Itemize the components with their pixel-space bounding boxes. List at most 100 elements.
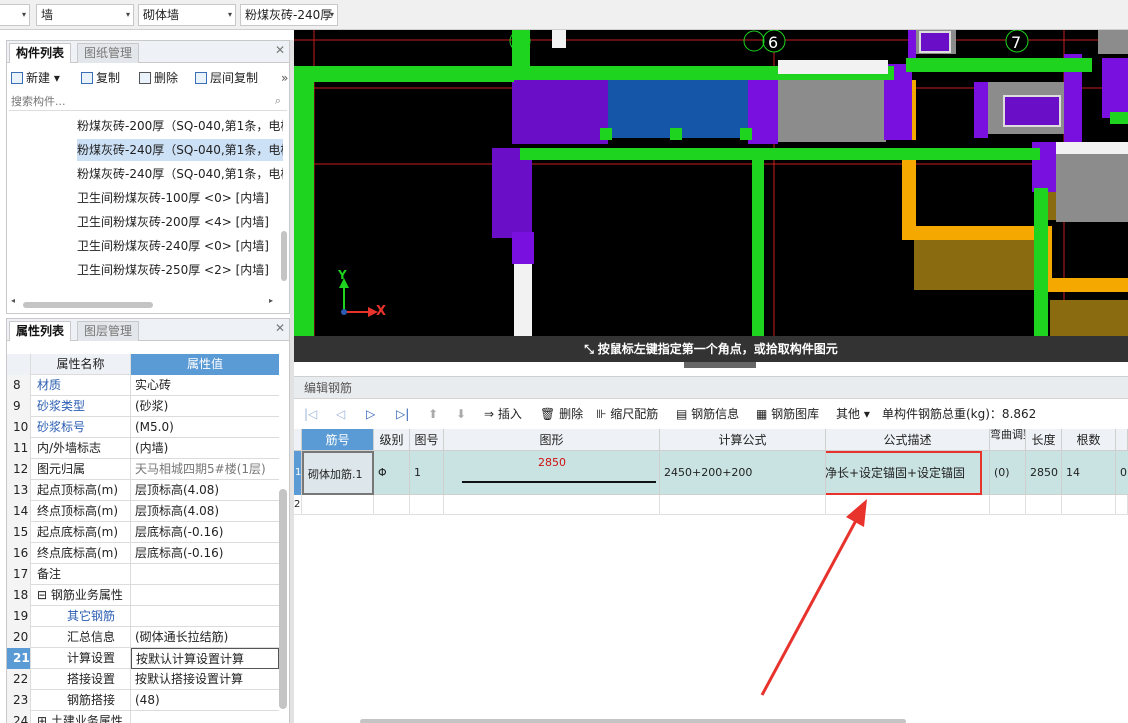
tab-layer-manage[interactable]: 图层管理 [77, 321, 140, 341]
property-row[interactable]: 19 其它钢筋 [7, 606, 279, 627]
list-item[interactable]: 粉煤灰砖-240厚（SQ-040,第1条，电梯 [77, 163, 283, 185]
tab-property-list[interactable]: 属性列表 [9, 321, 72, 341]
close-icon[interactable]: ✕ [275, 43, 285, 57]
property-value[interactable]: (砂浆) [131, 396, 279, 417]
property-value[interactable]: 层顶标高(4.08) [131, 480, 279, 501]
property-row[interactable]: 12 图元归属 天马相城四期5#楼(1层) [7, 459, 279, 480]
list-item[interactable]: 卫生间粉煤灰砖-250厚 <2> [内墙] [77, 259, 283, 281]
close-icon[interactable]: ✕ [275, 321, 285, 335]
property-row[interactable]: 16 终点底标高(m) 层底标高(-0.16) [7, 543, 279, 564]
property-row-num: 16 [7, 543, 31, 564]
property-name: 其它钢筋 [31, 606, 131, 627]
cad-viewport[interactable]: 6 7 Y X [294, 30, 1128, 362]
property-header-row: 属性名称 属性值 [7, 354, 279, 375]
property-value[interactable]: (内墙) [131, 438, 279, 459]
property-value[interactable]: (砌体通长拉结筋) [131, 627, 279, 648]
property-value[interactable]: 层顶标高(4.08) [131, 501, 279, 522]
delete-button[interactable]: 删除 [139, 69, 178, 87]
more-icon[interactable]: » [281, 69, 288, 87]
property-value[interactable]: 按默认搭接设置计算 [131, 669, 279, 690]
property-row[interactable]: 17 备注 [7, 564, 279, 585]
vertical-splitter[interactable] [290, 40, 294, 723]
copy-button-label: 复制 [96, 71, 121, 85]
property-row[interactable]: 22 搭接设置 按默认搭接设置计算 [7, 669, 279, 690]
header-value: 属性值 [131, 354, 279, 375]
floor-copy-button[interactable]: 层间复制 [195, 69, 258, 87]
header-num-cell [7, 354, 31, 375]
property-value[interactable] [131, 606, 279, 627]
property-value[interactable] [131, 585, 279, 606]
property-value[interactable]: (48) [131, 690, 279, 711]
splitter-handle[interactable] [684, 362, 756, 368]
collapse-icon[interactable]: ⊟ [37, 588, 51, 602]
property-name: 计算设置 [31, 648, 131, 669]
search-input[interactable] [9, 93, 259, 109]
property-row-num: 22 [7, 669, 31, 690]
tab-component-list[interactable]: 构件列表 [9, 43, 72, 63]
property-value[interactable]: 层底标高(-0.16) [131, 543, 279, 564]
tab-drawing-manage[interactable]: 图纸管理 [77, 43, 140, 63]
new-button[interactable]: 新建 ▾ [11, 69, 60, 87]
app-window: ▾ 墙 ▾ 砌体墙 ▾ 粉煤灰砖-240厚 ▾ 构件列表 图纸管理 ✕ 新建 ▾ 复制… [0, 0, 1128, 723]
property-row[interactable]: 11 内/外墙标志 (内墙) [7, 438, 279, 459]
property-value[interactable]: 天马相城四期5#楼(1层) [131, 459, 279, 480]
property-row[interactable]: 8 材质 实心砖 [7, 375, 279, 396]
corner-pick-icon: ⤡ [584, 342, 594, 356]
property-row-num: 15 [7, 522, 31, 543]
property-value[interactable]: 实心砖 [131, 375, 279, 396]
scroll-thumb[interactable] [23, 302, 153, 308]
component-list-panel: 构件列表 图纸管理 ✕ 新建 ▾ 复制 删除 层间复制 » ⌕ 粉煤灰砖-200… [6, 40, 290, 314]
rebar-horizontal-scrollbar[interactable] [360, 719, 906, 723]
property-row[interactable]: 18 ⊟ 钢筋业务属性 [7, 585, 279, 606]
property-name: 图元归属 [31, 459, 131, 480]
list-item-selected[interactable]: 粉煤灰砖-240厚（SQ-040,第1条，电梯 [77, 139, 283, 161]
property-row-num: 17 [7, 564, 31, 585]
property-value[interactable] [131, 564, 279, 585]
list-item[interactable]: 卫生间粉煤灰砖-200厚 <4> [内墙] [77, 211, 283, 233]
scroll-left-icon[interactable]: ◂ [11, 296, 15, 305]
list-item[interactable]: 粉煤灰砖-200厚（SQ-040,第1条，电梯 [77, 115, 283, 137]
component-dropdown[interactable]: 粉煤灰砖-240厚 ▾ [240, 4, 338, 26]
property-name: 材质 [31, 375, 131, 396]
property-row[interactable]: 9 砂浆类型 (砂浆) [7, 396, 279, 417]
property-row[interactable]: 20 汇总信息 (砌体通长拉结筋) [7, 627, 279, 648]
type-dropdown-value: 墙 [41, 8, 54, 22]
property-scrollbar[interactable] [279, 489, 287, 709]
vertical-scrollbar[interactable] [281, 231, 287, 281]
property-name: 钢筋搭接 [31, 690, 131, 711]
horizontal-scrollbar[interactable]: ◂ ▸ [9, 296, 287, 311]
list-item[interactable]: 卫生间粉煤灰砖-240厚 <0> [内墙] [77, 235, 283, 257]
search-icon[interactable]: ⌕ [275, 94, 281, 108]
copy-button[interactable]: 复制 [81, 69, 120, 87]
subtype-dropdown[interactable]: 砌体墙 ▾ [138, 4, 236, 26]
property-name: 起点顶标高(m) [31, 480, 131, 501]
property-panel: 属性列表 图层管理 ✕ 属性名称 属性值 8 材质 实心砖 9 砂浆类型 (砂浆) 10 砂浆… [6, 318, 290, 723]
type-dropdown[interactable]: 墙 ▾ [36, 4, 134, 26]
property-row-num: 10 [7, 417, 31, 438]
property-value[interactable]: (M5.0) [131, 417, 279, 438]
property-value[interactable]: 按默认计算设置计算 [131, 648, 279, 669]
component-list: 粉煤灰砖-200厚（SQ-040,第1条，电梯 粉煤灰砖-240厚（SQ-040… [7, 113, 289, 289]
property-value[interactable]: 层底标高(-0.16) [131, 522, 279, 543]
property-row[interactable]: 13 起点顶标高(m) 层顶标高(4.08) [7, 480, 279, 501]
property-row[interactable]: 15 起点底标高(m) 层底标高(-0.16) [7, 522, 279, 543]
property-value[interactable] [131, 711, 279, 723]
property-row[interactable]: 24 ⊞ 土建业务属性 [7, 711, 279, 723]
scroll-right-icon[interactable]: ▸ [269, 296, 273, 305]
expand-icon[interactable]: ⊞ [37, 714, 51, 723]
property-row[interactable]: 14 终点顶标高(m) 层顶标高(4.08) [7, 501, 279, 522]
y-axis-label: Y [338, 268, 347, 282]
property-row-num: 12 [7, 459, 31, 480]
list-item[interactable]: 卫生间粉煤灰砖-100厚 <0> [内墙] [77, 187, 283, 209]
floor-copy-button-label: 层间复制 [210, 71, 259, 85]
top-toolbar: ▾ 墙 ▾ 砌体墙 ▾ 粉煤灰砖-240厚 ▾ [0, 0, 1128, 30]
search-box: ⌕ [9, 93, 287, 111]
property-name: 起点底标高(m) [31, 522, 131, 543]
chevron-down-icon: ▾ [125, 10, 130, 19]
property-row[interactable]: 10 砂浆标号 (M5.0) [7, 417, 279, 438]
chevron-down-icon: ▾ [21, 10, 26, 19]
property-row[interactable]: 21 计算设置 按默认计算设置计算 [7, 648, 279, 669]
property-row[interactable]: 23 钢筋搭接 (48) [7, 690, 279, 711]
property-row-num: 14 [7, 501, 31, 522]
category-dropdown[interactable]: ▾ [0, 4, 30, 26]
